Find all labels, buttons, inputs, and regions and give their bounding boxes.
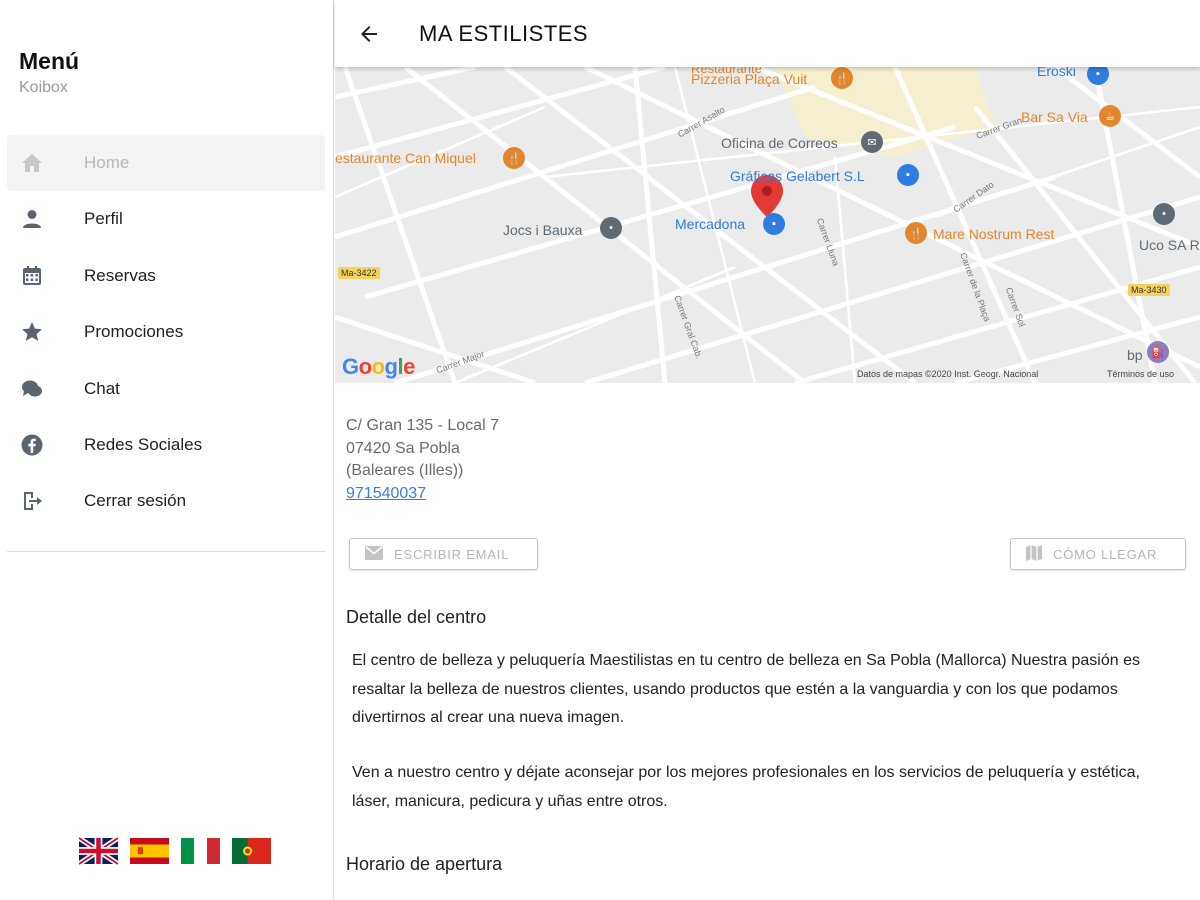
menu-title: Menú <box>19 48 80 74</box>
main-content: MA ESTILISTES Restaurante Pizzeria Plaça… <box>335 0 1200 900</box>
menu-item-perfil[interactable]: Perfil <box>7 191 325 247</box>
menu-item-label: Cerrar sesión <box>84 491 187 511</box>
uk-flag-icon[interactable] <box>79 836 118 866</box>
map-label-pizzeria: Pizzeria Plaça Vuit <box>691 71 808 87</box>
facebook-icon <box>19 432 45 458</box>
menu-item-label: Home <box>84 153 130 172</box>
restaurant-pin-icon: 🍴 <box>905 222 927 244</box>
map-label-mare-nostrum: Mare Nostrum Rest <box>933 226 1055 242</box>
menu-subtitle: Koibox <box>19 79 68 96</box>
road-badge-left: Ma-3422 <box>338 267 380 279</box>
detail-paragraph-2: Ven a nuestro centro y déjate aconsejar … <box>352 764 1140 810</box>
home-icon <box>19 150 45 176</box>
place-pin-icon: • <box>1153 203 1175 225</box>
menu-item-redes-sociales[interactable]: Redes Sociales <box>7 417 325 473</box>
italy-flag-icon[interactable] <box>181 836 220 866</box>
fuel-pin-icon: ⛽ <box>1147 341 1169 363</box>
menu-item-chat[interactable]: Chat <box>7 361 325 417</box>
menu-item-label: Perfil <box>84 209 123 229</box>
mail-icon <box>364 545 384 564</box>
google-logo: Google <box>342 354 415 379</box>
person-icon <box>19 206 45 232</box>
write-email-button[interactable]: ESCRIBIR EMAIL <box>349 538 538 570</box>
chat-icon <box>19 376 45 402</box>
map-label-uco: Uco SA R <box>1139 237 1200 253</box>
phone-link[interactable]: 971540037 <box>346 483 499 506</box>
address-line-street: C/ Gran 135 - Local 7 <box>346 417 499 434</box>
directions-button[interactable]: CÓMO LLEGAR <box>1010 538 1186 570</box>
map-attribution: Datos de mapas ©2020 Inst. Geogr. Nacion… <box>857 369 1039 379</box>
language-selector <box>79 836 271 866</box>
cafe-pin-icon: ☕ <box>1099 105 1121 127</box>
shop-pin-icon: ▪ <box>897 164 919 186</box>
spain-flag-icon[interactable] <box>130 836 169 866</box>
directions-label: CÓMO LLEGAR <box>1053 546 1158 562</box>
detail-paragraph-1: El centro de belleza y peluquería Maesti… <box>352 652 1140 726</box>
map-label-jocs: Jocs i Bauxa <box>503 222 583 238</box>
menu-divider <box>7 551 325 552</box>
map-label-bp: bp <box>1127 347 1143 363</box>
restaurant-pin-icon: 🍴 <box>503 147 525 169</box>
menu-item-label: Chat <box>84 378 120 398</box>
star-icon <box>19 319 45 345</box>
logout-icon <box>19 488 45 514</box>
restaurant-pin-icon: 🍴 <box>831 67 853 89</box>
menu-item-reservas[interactable]: Reservas <box>7 248 325 304</box>
location-map[interactable]: Restaurante Pizzeria Plaça Vuit 🍴 Eroski… <box>335 67 1200 383</box>
menu-list: Home Perfil Reservas Promociones Chat Re… <box>7 135 325 530</box>
calendar-icon <box>19 263 45 289</box>
road-badge-right: Ma-3430 <box>1128 284 1170 296</box>
shop-pin-icon: ▪ <box>763 213 785 235</box>
portugal-flag-icon[interactable] <box>232 836 271 866</box>
opening-hours-title: Horario de apertura <box>346 854 503 874</box>
address-line-region: (Baleares (Illes)) <box>346 462 464 479</box>
map-label-correos: Oficina de Correos <box>721 135 838 151</box>
map-label-bar-sa-via: Bar Sa Via <box>1021 109 1088 125</box>
map-label-eroski: Eroski <box>1037 67 1076 79</box>
place-pin-icon: • <box>600 217 622 239</box>
map-label-graficas: Gráficas Gelabert S.L <box>730 168 865 184</box>
map-label-can-miquel: estaurante Can Miquel <box>335 150 476 166</box>
menu-item-label: Redes Sociales <box>84 434 203 454</box>
menu-item-promociones[interactable]: Promociones <box>7 304 325 360</box>
side-menu: Menú Koibox Home Perfil Reservas Promoci… <box>0 0 334 900</box>
back-arrow-icon[interactable] <box>355 20 383 48</box>
address-block: C/ Gran 135 - Local 7 07420 Sa Pobla (Ba… <box>346 415 499 505</box>
page-title: MA ESTILISTES <box>419 21 589 46</box>
menu-item-home[interactable]: Home <box>7 135 325 191</box>
map-icon <box>1025 544 1043 565</box>
post-office-pin-icon: ✉ <box>861 131 883 153</box>
menu-item-cerrar-sesion[interactable]: Cerrar sesión <box>7 473 325 529</box>
address-line-city: 07420 Sa Pobla <box>346 439 460 457</box>
detail-title: Detalle del centro <box>346 607 487 627</box>
map-label-mercadona: Mercadona <box>675 216 746 232</box>
write-email-label: ESCRIBIR EMAIL <box>394 546 510 562</box>
menu-item-label: Promociones <box>84 322 184 342</box>
menu-item-label: Reservas <box>84 265 156 285</box>
app-bar: MA ESTILISTES <box>335 0 1200 67</box>
map-terms-link[interactable]: Términos de uso <box>1107 369 1174 379</box>
